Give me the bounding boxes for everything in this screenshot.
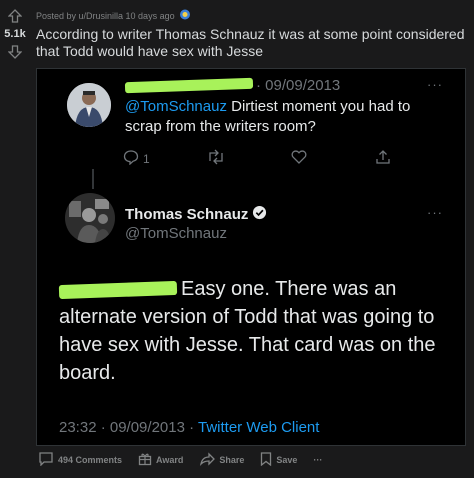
tweet1-date: · 09/09/2013 bbox=[256, 77, 341, 94]
more-dots-icon: ··· bbox=[313, 455, 323, 465]
reply-action[interactable]: 1 bbox=[123, 149, 150, 168]
posted-by-text[interactable]: Posted by u/Drusinilla 10 days ago bbox=[36, 11, 175, 21]
share-action[interactable] bbox=[375, 149, 391, 168]
more-actions-button[interactable]: ··· bbox=[313, 455, 322, 465]
award-label: Award bbox=[156, 455, 184, 465]
post-title[interactable]: According to writer Thomas Schnauz it wa… bbox=[36, 26, 466, 60]
tweet2-author: Thomas Schnauz bbox=[125, 205, 267, 224]
share-button[interactable]: Share bbox=[199, 452, 244, 468]
tweet2-footer: 23:32 · 09/09/2013 · Twitter Web Client bbox=[59, 419, 319, 436]
tweet-screenshot: · 09/09/2013 ··· @TomSchnauz Dirtiest mo… bbox=[36, 68, 466, 446]
thread-line bbox=[92, 169, 94, 189]
comment-icon bbox=[38, 452, 54, 468]
more-options-icon[interactable]: ··· bbox=[427, 77, 443, 92]
avatar bbox=[67, 83, 111, 127]
award-button[interactable]: Award bbox=[138, 452, 183, 468]
tweet2-client[interactable]: Twitter Web Client bbox=[198, 419, 319, 436]
share-arrow-icon bbox=[199, 452, 216, 468]
tweet2-time: 23:32 · 09/09/2013 · bbox=[59, 419, 198, 436]
save-button[interactable]: Save bbox=[260, 452, 297, 468]
verified-icon bbox=[252, 205, 267, 224]
like-action[interactable] bbox=[291, 149, 307, 168]
author-name[interactable]: Thomas Schnauz bbox=[125, 206, 248, 223]
heart-icon bbox=[291, 149, 307, 168]
tweet1-mention[interactable]: @TomSchnauz bbox=[125, 98, 227, 115]
tweet1-text: @TomSchnauz Dirtiest moment you had to s… bbox=[125, 97, 425, 137]
comments-button[interactable]: 494 Comments bbox=[38, 452, 122, 468]
downvote-icon[interactable] bbox=[5, 42, 25, 62]
award-badge-icon bbox=[179, 9, 191, 22]
retweet-icon bbox=[207, 149, 225, 168]
avatar bbox=[65, 193, 115, 243]
reply-icon bbox=[123, 149, 139, 168]
tweet1-actions: 1 bbox=[123, 149, 393, 169]
share-label: Share bbox=[219, 455, 245, 465]
retweet-action[interactable] bbox=[207, 149, 225, 168]
vote-column: 5.1k bbox=[0, 0, 30, 62]
gift-icon bbox=[138, 452, 152, 468]
post-actions-bar: 494 Comments Award Share Save ··· bbox=[38, 452, 338, 468]
redacted-username bbox=[124, 77, 254, 94]
vote-score: 5.1k bbox=[4, 28, 26, 40]
reply-count: 1 bbox=[143, 151, 150, 166]
upvote-icon[interactable] bbox=[5, 6, 25, 26]
more-options-icon[interactable]: ··· bbox=[427, 205, 443, 220]
redacted-mention bbox=[58, 280, 178, 299]
bookmark-icon bbox=[260, 452, 272, 468]
tweet2-text: Easy one. There was an alternate version… bbox=[58, 275, 459, 387]
save-label: Save bbox=[276, 455, 298, 465]
author-handle[interactable]: @TomSchnauz bbox=[125, 225, 227, 242]
share-upload-icon bbox=[375, 149, 391, 168]
post-meta: Posted by u/Drusinilla 10 days ago bbox=[36, 9, 191, 22]
tweet1-header: · 09/09/2013 bbox=[124, 77, 341, 94]
comments-label: 494 Comments bbox=[58, 455, 123, 465]
